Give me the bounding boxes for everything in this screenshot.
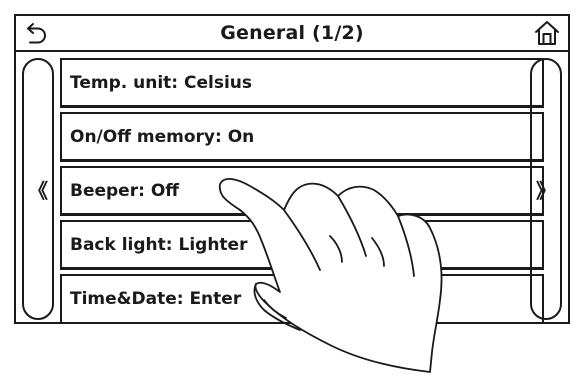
chevron-double-right-icon: 》	[536, 178, 556, 203]
setting-row-time-date[interactable]: Time&Date: Enter	[60, 274, 544, 322]
setting-label: Back light: Lighter	[70, 234, 248, 255]
setting-label: On/Off memory: On	[70, 126, 255, 147]
setting-row-temp-unit[interactable]: Temp. unit: Celsius	[60, 58, 544, 108]
home-button[interactable]	[532, 19, 562, 47]
setting-row-back-light[interactable]: Back light: Lighter	[60, 220, 544, 270]
next-page-button[interactable]: 》	[530, 58, 562, 320]
settings-list: Temp. unit: Celsius On/Off memory: On Be…	[60, 58, 544, 322]
setting-label: Temp. unit: Celsius	[70, 72, 253, 93]
settings-screen: General (1/2) 《 Temp. unit: Celsius On/O…	[14, 14, 570, 324]
back-arrow-icon	[27, 23, 46, 44]
setting-label: Beeper: Off	[70, 180, 180, 201]
previous-page-button[interactable]: 《	[22, 58, 54, 320]
header-bar: General (1/2)	[16, 16, 568, 52]
back-button[interactable]	[22, 19, 52, 47]
page-title: General (1/2)	[220, 22, 364, 44]
setting-row-on-off-memory[interactable]: On/Off memory: On	[60, 112, 544, 162]
setting-row-beeper[interactable]: Beeper: Off	[60, 166, 544, 216]
chevron-double-left-icon: 《	[28, 178, 48, 203]
setting-label: Time&Date: Enter	[70, 289, 242, 309]
home-icon	[535, 21, 559, 45]
